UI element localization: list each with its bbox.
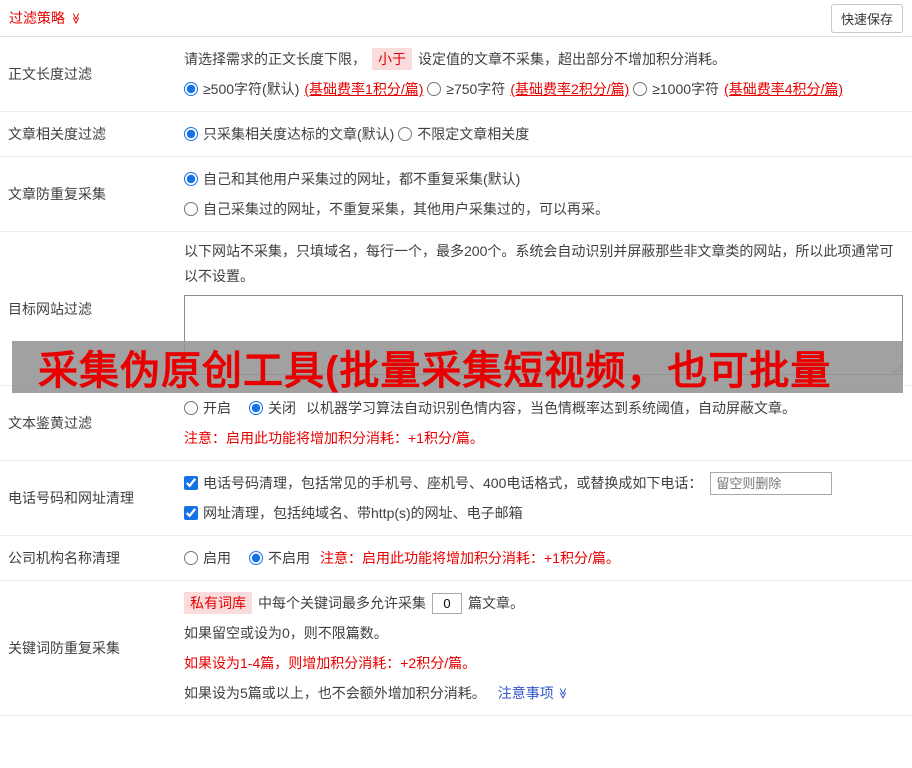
- url-clean-text: 网址清理，包括纯域名、带http(s)的网址、电子邮箱: [203, 505, 523, 521]
- length-option-1000-fee-note: (基础费率4积分/篇): [724, 81, 844, 97]
- company-clean-options-line: 启用 不启用 注意：启用此功能将增加积分消耗：+1积分/篇。: [184, 543, 903, 573]
- length-option-1000-text: ≥1000字符: [652, 81, 720, 97]
- less-than-highlight-tag: 小于: [372, 48, 412, 70]
- section-porn-filter-label: 文本鉴黄过滤: [8, 415, 92, 431]
- dedupe-option-self-text: 自己采集过的网址，不重复采集，其他用户采集过的，可以再采。: [203, 201, 609, 217]
- length-option-1000[interactable]: ≥1000字符 (基础费率4积分/篇): [633, 74, 843, 104]
- relevance-option-strict-text: 只采集相关度达标的文章(默认): [203, 126, 395, 142]
- length-option-750[interactable]: ≥750字符 (基础费率2积分/篇): [427, 74, 629, 104]
- section-phone-url-label: 电话号码和网址清理: [8, 490, 134, 506]
- keyword-note-zero: 如果留空或设为0，则不限篇数。: [184, 625, 388, 641]
- section-length-filter: 正文长度过滤 请选择需求的正文长度下限， 小于 设定值的文章不采集，超出部分不增…: [0, 37, 912, 112]
- keyword-note-fee: 如果设为1-4篇，则增加积分消耗：+2积分/篇。: [184, 655, 477, 671]
- notes-link-text: 注意事项: [497, 685, 554, 701]
- length-intro-after: 设定值的文章不采集，超出部分不增加积分消耗。: [418, 51, 726, 67]
- length-option-750-text: ≥750字符: [446, 81, 506, 97]
- section-relevance-content: 只采集相关度达标的文章(默认) 不限定文章相关度: [178, 112, 912, 156]
- section-porn-filter: 文本鉴黄过滤 开启 关闭 以机器学习算法自动识别色情内容，当色情概率达到系统阈值…: [0, 386, 912, 461]
- dedupe-option-global-text: 自己和其他用户采集过的网址，都不重复采集(默认): [203, 171, 521, 187]
- topbar: 过滤策略 ≫ 快速保存: [0, 0, 912, 37]
- section-length-content: 请选择需求的正文长度下限， 小于 设定值的文章不采集，超出部分不增加积分消耗。 …: [178, 37, 912, 111]
- section-phone-url-content: 电话号码清理，包括常见的手机号、座机号、400电话格式，或替换成如下电话： 网址…: [178, 461, 912, 535]
- length-intro: 请选择需求的正文长度下限， 小于 设定值的文章不采集，超出部分不增加积分消耗。: [184, 44, 903, 74]
- watermark-text: 采集伪原创工具(批量采集短视频，也可批量: [38, 349, 832, 393]
- keyword-limit-text: 中每个关键词最多允许采集: [258, 595, 426, 611]
- quick-save-button[interactable]: 快速保存: [830, 3, 903, 33]
- section-length-label: 正文长度过滤: [8, 66, 92, 82]
- radio-relevance-strict[interactable]: [184, 127, 198, 141]
- section-keyword-dedupe-label: 关键词防重复采集: [8, 640, 120, 656]
- section-keyword-dedupe-content: 私有词库 中每个关键词最多允许采集 篇文章。 如果留空或设为0，则不限篇数。 如…: [178, 581, 912, 715]
- url-clean-option[interactable]: 网址清理，包括纯域名、带http(s)的网址、电子邮箱: [184, 503, 523, 523]
- length-option-750-fee-note: (基础费率2积分/篇): [510, 81, 630, 97]
- keyword-limit-line: 私有词库 中每个关键词最多允许采集 篇文章。: [184, 588, 903, 618]
- company-option-off-text: 不启用: [268, 550, 310, 566]
- section-porn-filter-content: 开启 关闭 以机器学习算法自动识别色情内容，当色情概率达到系统阈值，自动屏蔽文章…: [178, 386, 912, 460]
- radio-length-750[interactable]: [427, 82, 442, 96]
- length-option-500-fee-note: (基础费率1积分/篇): [304, 81, 424, 97]
- keyword-count-input[interactable]: [432, 592, 462, 614]
- porn-option-on[interactable]: 开启: [184, 398, 231, 418]
- filter-strategy-page: 过滤策略 ≫ 快速保存 正文长度过滤 请选择需求的正文长度下限， 小于 设定值的…: [0, 0, 912, 768]
- porn-option-off-text: 关闭: [268, 400, 296, 416]
- section-company-clean: 公司机构名称清理 启用 不启用 注意：启用此功能将增加积分消耗：+1积分/篇。: [0, 536, 912, 581]
- radio-dedupe-global[interactable]: [184, 172, 198, 186]
- page-title[interactable]: 过滤策略 ≫: [9, 8, 81, 28]
- dedupe-option-self[interactable]: 自己采集过的网址，不重复采集，其他用户采集过的，可以再采。: [184, 194, 609, 224]
- radio-company-off[interactable]: [249, 551, 263, 565]
- page-title-text: 过滤策略: [9, 10, 65, 26]
- section-dedupe-content: 自己和其他用户采集过的网址，都不重复采集(默认) 自己采集过的网址，不重复采集，…: [178, 157, 912, 231]
- chevron-down-icon: ≫: [69, 12, 82, 24]
- private-lexicon-tag: 私有词库: [184, 592, 252, 614]
- phone-clean-line: 电话号码清理，包括常见的手机号、座机号、400电话格式，或替换成如下电话：: [184, 468, 903, 498]
- phone-replacement-input[interactable]: [710, 471, 833, 495]
- porn-filter-warning: 注意：启用此功能将增加积分消耗：+1积分/篇。: [184, 430, 484, 446]
- keyword-limit-suffix: 篇文章。: [468, 595, 524, 611]
- relevance-option-any-text: 不限定文章相关度: [417, 126, 530, 142]
- target-site-intro: 以下网站不采集，只填域名，每行一个，最多200个。系统会自动识别并屏蔽那些非文章…: [184, 243, 894, 284]
- radio-length-500[interactable]: [184, 82, 198, 96]
- radio-company-on[interactable]: [184, 551, 198, 565]
- phone-clean-option[interactable]: 电话号码清理，包括常见的手机号、座机号、400电话格式，或替换成如下电话：: [184, 473, 702, 493]
- url-clean-line: 网址清理，包括纯域名、带http(s)的网址、电子邮箱: [184, 498, 903, 528]
- radio-porn-on[interactable]: [184, 401, 198, 415]
- company-option-on-text: 启用: [203, 550, 231, 566]
- section-phone-url-clean: 电话号码和网址清理 电话号码清理，包括常见的手机号、座机号、400电话格式，或替…: [0, 461, 912, 536]
- radio-porn-off[interactable]: [249, 401, 263, 415]
- porn-option-on-text: 开启: [203, 400, 231, 416]
- section-keyword-dedupe: 关键词防重复采集 私有词库 中每个关键词最多允许采集 篇文章。 如果留空或设为0…: [0, 581, 912, 716]
- dedupe-option-global[interactable]: 自己和其他用户采集过的网址，都不重复采集(默认): [184, 164, 520, 194]
- section-relevance-filter: 文章相关度过滤 只采集相关度达标的文章(默认) 不限定文章相关度: [0, 112, 912, 157]
- length-option-500-text: ≥500字符(默认): [203, 81, 300, 97]
- company-clean-warning: 注意：启用此功能将增加积分消耗：+1积分/篇。: [320, 550, 620, 566]
- section-dedupe: 文章防重复采集 自己和其他用户采集过的网址，都不重复采集(默认) 自己采集过的网…: [0, 157, 912, 232]
- radio-dedupe-self[interactable]: [184, 202, 198, 216]
- porn-filter-description: 以机器学习算法自动识别色情内容，当色情概率达到系统阈值，自动屏蔽文章。: [306, 400, 796, 416]
- checkbox-url-clean[interactable]: [184, 506, 198, 520]
- keyword-note-five-text: 如果设为5篇或以上，也不会额外增加积分消耗。: [184, 685, 486, 701]
- section-company-clean-content: 启用 不启用 注意：启用此功能将增加积分消耗：+1积分/篇。: [178, 536, 912, 580]
- relevance-option-any[interactable]: 不限定文章相关度: [398, 119, 529, 149]
- watermark-banner: 采集伪原创工具(批量采集短视频，也可批量: [12, 341, 903, 393]
- phone-clean-text: 电话号码清理，包括常见的手机号、座机号、400电话格式，或替换成如下电话：: [203, 475, 703, 491]
- section-company-clean-label: 公司机构名称清理: [8, 550, 120, 566]
- length-intro-before: 请选择需求的正文长度下限，: [184, 51, 366, 67]
- company-option-on[interactable]: 启用: [184, 548, 231, 568]
- relevance-option-strict[interactable]: 只采集相关度达标的文章(默认): [184, 119, 394, 149]
- company-option-off[interactable]: 不启用: [249, 548, 310, 568]
- checkbox-phone-clean[interactable]: [184, 476, 198, 490]
- notes-link[interactable]: 注意事项 ≫: [498, 683, 568, 703]
- section-relevance-label: 文章相关度过滤: [8, 126, 106, 142]
- chevron-down-icon: ≫: [556, 687, 569, 699]
- keyword-note-five-line: 如果设为5篇或以上，也不会额外增加积分消耗。 注意事项 ≫: [184, 678, 903, 708]
- porn-filter-options-line: 开启 关闭 以机器学习算法自动识别色情内容，当色情概率达到系统阈值，自动屏蔽文章…: [184, 393, 903, 423]
- section-dedupe-label: 文章防重复采集: [8, 186, 106, 202]
- radio-length-1000[interactable]: [633, 82, 648, 96]
- length-option-500[interactable]: ≥500字符(默认) (基础费率1积分/篇): [184, 74, 423, 104]
- porn-option-off[interactable]: 关闭: [249, 398, 296, 418]
- radio-relevance-any[interactable]: [398, 127, 413, 141]
